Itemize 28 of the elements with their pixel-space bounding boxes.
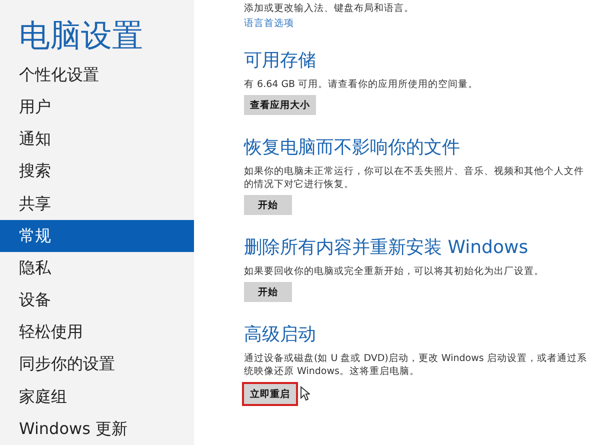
action-button[interactable]: 查看应用大小 [244,95,316,115]
sidebar-item[interactable]: 通知 [0,123,194,156]
description: 如果你的电脑未正常运行，你可以在不丢失照片、音乐、视频和其他个人文件的情况下对它进行恢复。 [244,165,585,191]
sidebar-item[interactable]: 常规 [0,220,194,252]
sidebar-item[interactable]: 用户 [0,90,194,124]
language-link[interactable]: 语言首选项 [244,17,600,30]
sidebar-item[interactable]: 个性化设置 [0,58,194,91]
description: 添加或更改输入法、键盘布局和语言。 [244,2,415,15]
section-heading: 删除所有内容并重新安装 Windows [244,236,530,259]
action-button[interactable]: 开始 [244,195,292,215]
action-button[interactable]: 立即重启 [242,382,298,406]
sidebar-item[interactable]: Windows 更新 [0,412,194,445]
sidebar-item[interactable]: 设备 [0,284,194,316]
sidebar-item[interactable]: 家庭组 [0,380,194,413]
sidebar-item[interactable]: 同步你的设置 [0,348,194,381]
cursor-icon [300,386,310,401]
description: 有 6.64 GB 可用。请查看你的应用所使用的空间量。 [244,78,480,91]
sidebar-item[interactable]: 轻松使用 [0,316,194,348]
action-button[interactable]: 开始 [244,282,292,302]
sidebar-item[interactable]: 搜索 [0,155,194,188]
description: 通过设备或磁盘(如 U 盘或 DVD)启动，更改 Windows 启动设置，或者通过系统映像还原 Windows。这将重启电脑。 [244,352,588,378]
section-heading: 恢复电脑而不影响你的文件 [244,136,461,159]
sidebar-item[interactable]: 隐私 [0,252,194,284]
sidebar-item[interactable]: 共享 [0,188,194,220]
page-title: 电脑设置 [18,17,144,56]
section-heading: 高级启动 [244,323,317,346]
section-heading: 可用存储 [244,49,317,72]
description: 如果要回收你的电脑或完全重新开始，可以将其初始化为出厂设置。 [244,265,545,278]
